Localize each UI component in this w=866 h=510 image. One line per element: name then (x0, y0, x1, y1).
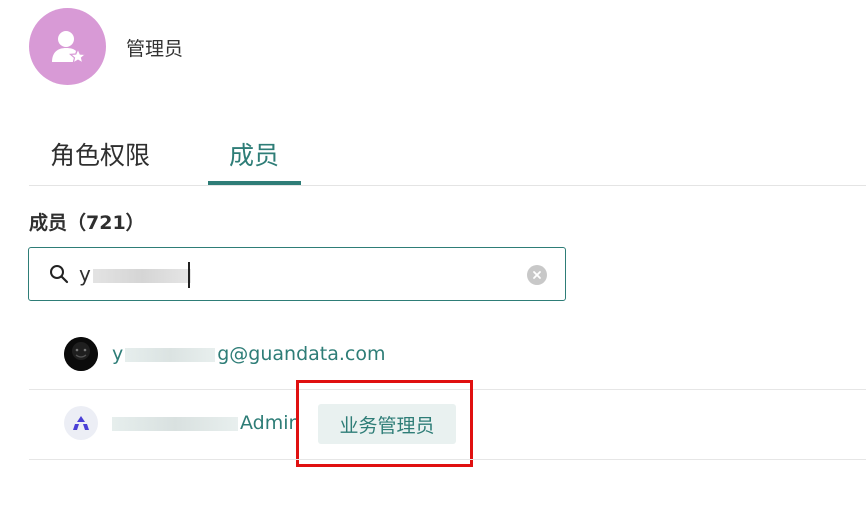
tab-members[interactable]: 成员 (229, 136, 279, 172)
highlight-annotation (296, 380, 473, 467)
search-value-prefix: y (79, 262, 91, 286)
member-name-suffix: Admin (240, 412, 301, 434)
tab-divider (29, 185, 866, 186)
search-icon (50, 265, 69, 284)
role-title: 管理员 (126, 38, 184, 60)
member-email-prefix: y (112, 343, 124, 365)
active-tab-indicator (208, 181, 301, 185)
brand-logo-icon (73, 416, 89, 430)
clear-icon[interactable] (527, 265, 547, 285)
text-caret (188, 262, 190, 288)
member-avatar (64, 406, 98, 440)
redacted-text (125, 347, 216, 362)
member-name[interactable]: Admin (112, 412, 301, 434)
member-email-suffix: g@guandata.com (217, 343, 386, 365)
row-divider (29, 459, 866, 460)
redacted-text (92, 268, 191, 283)
member-avatar (64, 337, 98, 371)
role-avatar (29, 8, 106, 85)
members-count-heading: 成员（721） (29, 212, 145, 234)
redacted-text (112, 416, 238, 431)
tab-role-permissions[interactable]: 角色权限 (50, 136, 150, 172)
member-search-input[interactable]: y (28, 247, 566, 301)
black-avatar (64, 337, 98, 371)
user-star-icon (51, 30, 87, 64)
search-input-value: y (79, 262, 191, 286)
close-icon (533, 271, 541, 279)
member-email[interactable]: y g@guandata.com (112, 343, 386, 365)
